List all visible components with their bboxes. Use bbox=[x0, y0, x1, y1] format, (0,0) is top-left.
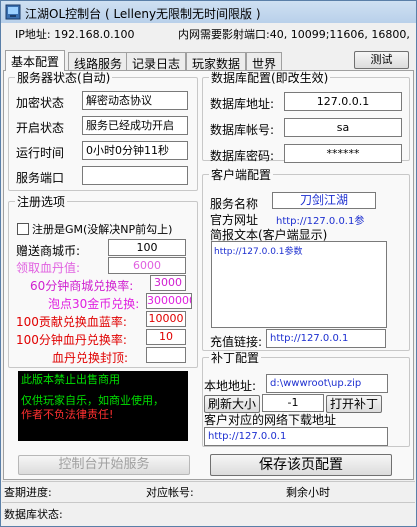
gold-exchange-label: 泡点30金币兑换: bbox=[48, 297, 140, 311]
gm-checkbox-label: 注册是GM(没解决NP前勾上) bbox=[32, 223, 173, 236]
blood-pill-exchange-field[interactable]: 10 bbox=[146, 329, 186, 345]
db-account-label: 数据库帐号: bbox=[210, 123, 275, 137]
patch-size-field: -1 bbox=[262, 394, 324, 412]
tab-player-data[interactable]: 玩家数据 bbox=[186, 52, 247, 71]
blood-pill-field[interactable]: 6000 bbox=[108, 257, 186, 274]
db-address-field[interactable]: 127.0.0.1 bbox=[284, 92, 402, 111]
db-password-field[interactable]: ****** bbox=[284, 144, 402, 163]
download-address-label: 客户对应的网络下载地址 bbox=[204, 413, 337, 427]
notice-line-1: 此版本禁止出售商用 bbox=[21, 373, 120, 386]
service-port-field[interactable] bbox=[82, 166, 188, 185]
recharge-field[interactable]: http://127.0.0.1 bbox=[266, 329, 386, 348]
gift-coin-field[interactable]: 100 bbox=[108, 239, 186, 256]
gm-checkbox[interactable] bbox=[17, 223, 29, 235]
db-status-label: 数据库状态: bbox=[4, 508, 63, 521]
account-label: 对应帐号: bbox=[146, 486, 194, 499]
contribution-exchange-label: 100贡献兑换血蓝率: bbox=[16, 315, 127, 329]
mall-exchange-label: 60分钟商城兑换率: bbox=[30, 279, 134, 293]
blood-pill-label: 领取血丹值: bbox=[16, 261, 81, 275]
website-field[interactable]: http://127.0.0.1参 bbox=[276, 212, 364, 227]
db-address-label: 数据库地址: bbox=[210, 97, 275, 111]
ip-address-label: IP地址: 192.168.0.100 bbox=[15, 28, 135, 41]
mall-exchange-field[interactable]: 3000 bbox=[150, 275, 186, 291]
basic-config-panel: 服务器状态(自动) 加密状态 解密动态协议 开启状态 服务已经成功开启 运行时间… bbox=[3, 69, 414, 480]
gift-coin-label: 赠送商城币: bbox=[16, 244, 81, 258]
status-bar-bottom: 数据库状态: bbox=[2, 502, 415, 522]
notice-line-3: 作者不负法律责任! bbox=[21, 408, 114, 421]
save-config-button[interactable]: 保存该页配置 bbox=[210, 454, 392, 476]
open-status-field: 服务已经成功开启 bbox=[82, 116, 188, 135]
encryption-status-label: 加密状态 bbox=[16, 96, 65, 110]
db-password-label: 数据库密码: bbox=[210, 149, 275, 163]
download-address-field[interactable]: http://127.0.0.1 bbox=[204, 427, 388, 446]
db-config-legend: 数据库配置(即改生效) bbox=[211, 71, 329, 85]
notice-line-2: 仅供玩家自乐，如商业使用， bbox=[21, 394, 164, 407]
blood-pill-cap-label: 血丹兑换封顶: bbox=[52, 351, 129, 365]
server-status-legend: 服务器状态(自动) bbox=[17, 71, 111, 85]
progress-label: 查期进度: bbox=[4, 486, 52, 499]
remaining-hours-label: 剩余小时 bbox=[286, 486, 330, 499]
service-name-field[interactable]: 刀剑江湖 bbox=[272, 192, 376, 209]
notice-box: 此版本禁止出售商用 仅供玩家自乐，如商业使用， 作者不负法律责任! bbox=[18, 371, 188, 441]
gold-exchange-field[interactable]: 3000000 bbox=[146, 293, 192, 309]
recharge-label: 充值链接: bbox=[210, 335, 263, 349]
start-service-button[interactable]: 控制台开始服务 bbox=[18, 455, 190, 475]
blood-pill-cap-field[interactable] bbox=[146, 347, 186, 363]
tab-world[interactable]: 世界 bbox=[246, 52, 283, 71]
announce-textarea[interactable]: http://127.0.0.1参数 bbox=[211, 241, 387, 328]
blood-pill-exchange-label: 100分钟血丹兑换率: bbox=[16, 333, 127, 347]
tab-bar: 基本配置 线路服务 记录日志 玩家数据 世界 bbox=[3, 50, 414, 71]
window-title: 江湖OL控制台 ( Lelleny无限制无时间限版 ) bbox=[25, 7, 261, 21]
service-port-label: 服务端口 bbox=[16, 171, 65, 185]
service-name-label: 服务名称 bbox=[210, 197, 259, 211]
register-options-legend: 注册选项 bbox=[17, 195, 66, 209]
run-time-label: 运行时间 bbox=[16, 146, 65, 160]
test-button[interactable]: 测试 bbox=[354, 51, 409, 69]
local-address-label: 本地地址: bbox=[204, 379, 257, 393]
patch-config-legend: 补丁配置 bbox=[211, 351, 260, 365]
status-bar-top: 查期进度: 对应帐号: 剩余小时 bbox=[2, 481, 415, 501]
title-bar: 江湖OL控制台 ( Lelleny无限制无时间限版 ) bbox=[1, 1, 416, 23]
db-account-field[interactable]: sa bbox=[284, 118, 402, 137]
open-status-label: 开启状态 bbox=[16, 121, 65, 135]
contribution-exchange-field[interactable]: 10000 bbox=[146, 311, 186, 327]
tab-logs[interactable]: 记录日志 bbox=[126, 52, 187, 71]
app-icon bbox=[5, 4, 21, 20]
tab-basic-config[interactable]: 基本配置 bbox=[5, 50, 66, 71]
client-config-legend: 客户端配置 bbox=[211, 168, 272, 182]
local-address-field[interactable]: d:\wwwroot\up.zip bbox=[266, 374, 388, 393]
ports-label: 内网需要影射端口:40, 10099;11606, 16800, bbox=[178, 28, 410, 41]
encryption-status-field: 解密动态协议 bbox=[82, 91, 188, 110]
main-window: 江湖OL控制台 ( Lelleny无限制无时间限版 ) IP地址: 192.16… bbox=[0, 0, 417, 527]
run-time-field: 0小时0分钟11秒 bbox=[82, 141, 188, 160]
tab-line-service[interactable]: 线路服务 bbox=[68, 52, 129, 71]
